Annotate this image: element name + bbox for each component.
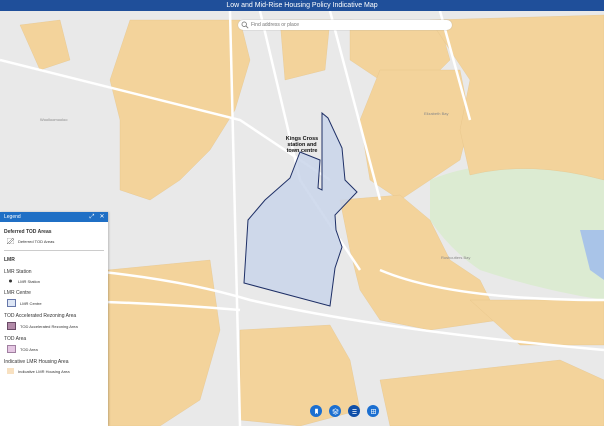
indicative-swatch [7,368,14,374]
search-icon [241,21,249,29]
map-toolbar [310,405,386,417]
legend-row-deferred: Deferred TOD Areas [7,238,104,244]
layers-icon [331,407,339,415]
lmr-centre-swatch [7,299,16,307]
expand-icon[interactable]: ⤢ [88,213,96,221]
lmr-station-title: LMR Station [4,269,32,275]
basemap-icon [370,408,376,414]
legend-item-label: TOD Area [20,346,38,352]
layers-button[interactable] [329,405,341,417]
bookmark-icon [314,408,318,414]
legend-row-lmr-station: LMR Station [7,278,104,284]
search-box[interactable] [238,20,452,30]
section-deferred-title: Deferred TOD Areas [4,229,52,235]
map-label-elizabeth-bay: Elizabeth Bay [424,111,449,116]
basemap-button[interactable] [367,405,379,417]
legend-item-label: TOD Accelerated Rezoning Area [20,323,78,329]
page-title: Low and Mid-Rise Housing Policy Indicati… [0,0,604,11]
indicative-title: Indicative LMR Housing Area [4,359,69,365]
list-icon [351,408,357,414]
tod-area-swatch [7,345,16,353]
list-button[interactable] [348,405,360,417]
lmr-centre-title: LMR Centre [4,290,31,296]
legend-item-label: Deferred TOD Areas [18,238,55,244]
callout-kings-cross: Kings Cross station and town centre [285,136,319,154]
legend-row-indicative: Indicative LMR Housing Area [7,368,104,374]
legend-title: Legend [4,214,21,220]
legend-panel[interactable]: Legend ⤢ ✕ Deferred TOD Areas Deferred T… [0,212,108,426]
tod-area-title: TOD Area [4,336,27,342]
tod-accel-title: TOD Accelerated Rezoning Area [4,313,77,319]
map-label-rushcutters-bay: Rushcutters Bay [441,255,471,260]
section-lmr-title: LMR [4,257,15,263]
legend-header: Legend ⤢ ✕ [0,212,108,222]
hatch-icon [7,238,14,244]
legend-item-label: LMR Station [18,278,41,284]
legend-item-label: Indicative LMR Housing Area [18,368,70,374]
dot-icon [9,279,12,283]
bookmark-button[interactable] [310,405,322,417]
legend-item-label: LMR Centre [20,300,42,306]
tod-accel-swatch [7,322,16,330]
search-input[interactable] [249,22,433,28]
legend-row-lmr-centre: LMR Centre [7,299,104,307]
legend-row-tod-area: TOD Area [7,345,104,353]
close-icon[interactable]: ✕ [98,213,106,221]
map-label-woolloomooloo: Woolloomooloo [40,117,68,122]
legend-row-tod-accel: TOD Accelerated Rezoning Area [7,322,104,330]
